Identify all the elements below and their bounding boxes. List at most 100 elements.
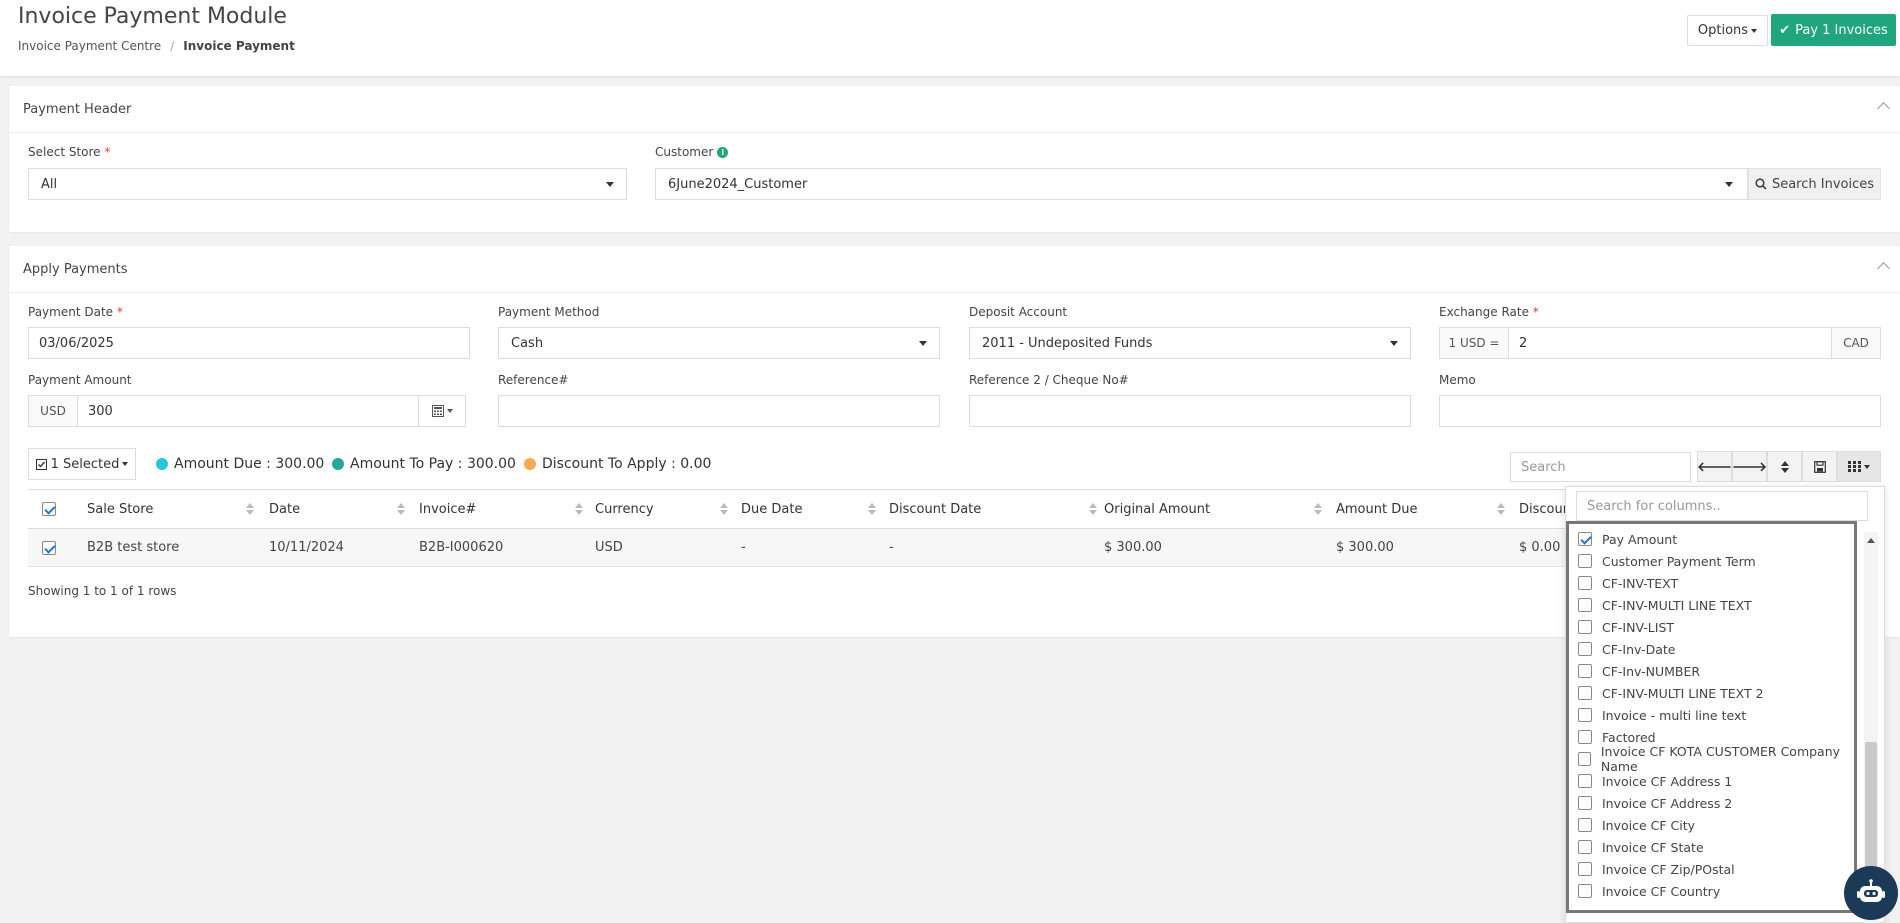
column-header-discount[interactable]: Discoun [1519, 502, 1571, 517]
customer-label: Customer i [655, 145, 729, 159]
sort-icon[interactable] [1089, 503, 1097, 516]
search-invoices-button[interactable]: Search Invoices [1748, 168, 1881, 200]
memo-input[interactable] [1439, 395, 1881, 427]
payment-amount-input[interactable]: 300 [77, 395, 419, 427]
dropdown-arrow-icon [1725, 182, 1733, 187]
column-option-checkbox[interactable] [1578, 664, 1592, 678]
column-option-checkbox[interactable] [1578, 598, 1592, 612]
column-option[interactable]: Invoice - multi line text [1578, 704, 1746, 726]
customer-dropdown[interactable]: 6June2024_Customer [655, 168, 1748, 200]
column-option-label: Invoice CF Address 1 [1602, 773, 1733, 789]
column-option[interactable]: Pay Amount [1578, 528, 1677, 550]
column-option[interactable]: Invoice CF Address 1 [1578, 770, 1732, 792]
column-option-checkbox[interactable] [1578, 708, 1592, 722]
prev-button[interactable]: 🡐 [1697, 451, 1732, 482]
payment-header-title-bar[interactable]: Payment Header [9, 86, 1900, 133]
sort-icon[interactable] [575, 503, 583, 516]
column-option[interactable]: Invoice CF State [1578, 836, 1704, 858]
deposit-account-dropdown[interactable]: 2011 - Undeposited Funds [969, 327, 1411, 359]
column-option[interactable]: CF-INV-MULTI LINE TEXT [1578, 594, 1752, 616]
column-option[interactable]: CF-INV-LIST [1578, 616, 1674, 638]
dropdown-arrow-icon [606, 182, 614, 187]
pagination-info: Showing 1 to 1 of 1 rows [28, 584, 177, 598]
column-option[interactable]: CF-Inv-Date [1578, 638, 1676, 660]
column-option-label: Invoice CF State [1602, 839, 1704, 855]
payment-method-dropdown[interactable]: Cash [498, 327, 940, 359]
cell-currency: USD [595, 540, 623, 555]
column-option[interactable]: Invoice CF City [1578, 814, 1695, 836]
columns-toggle-button[interactable] [1837, 451, 1881, 482]
column-option-checkbox[interactable] [1578, 774, 1592, 788]
apply-payments-title-bar[interactable]: Apply Payments [9, 246, 1900, 293]
select-all-checkbox[interactable] [42, 502, 56, 516]
column-option[interactable]: CF-Inv-NUMBER [1578, 660, 1700, 682]
payment-date-label: Payment Date * [28, 305, 123, 319]
pay-invoices-button[interactable]: ✔ Pay 1 Invoices [1771, 14, 1896, 46]
save-view-button[interactable] [1802, 451, 1837, 482]
panel-title: Apply Payments [23, 261, 128, 277]
column-option[interactable]: Customer Payment Term [1578, 550, 1756, 572]
select-store-dropdown[interactable]: All [28, 168, 627, 200]
sort-icon[interactable] [1314, 503, 1322, 516]
column-option-checkbox[interactable] [1578, 576, 1592, 590]
column-option-checkbox[interactable] [1578, 554, 1592, 568]
grid-icon [1848, 461, 1861, 472]
sort-toggle-button[interactable] [1767, 451, 1802, 482]
chevron-up-icon[interactable] [1877, 262, 1890, 275]
column-option-checkbox[interactable] [1578, 642, 1592, 656]
select-store-value: All [41, 176, 58, 192]
options-button[interactable]: Options [1687, 15, 1768, 46]
chevron-up-icon[interactable] [1877, 102, 1890, 115]
cell-due-date: - [741, 540, 746, 555]
chatbot-button[interactable] [1844, 866, 1898, 920]
column-header-due-date[interactable]: Due Date [741, 502, 802, 517]
column-list-scrollbar[interactable] [1864, 532, 1878, 923]
column-option[interactable]: Invoice CF Country [1578, 880, 1720, 902]
column-option-checkbox[interactable] [1578, 884, 1592, 898]
row-checkbox[interactable] [42, 541, 56, 555]
calculator-button[interactable] [418, 395, 466, 427]
column-header-date[interactable]: Date [269, 502, 300, 517]
column-option-checkbox[interactable] [1578, 686, 1592, 700]
column-header-currency[interactable]: Currency [595, 502, 654, 517]
column-option-checkbox[interactable] [1578, 730, 1592, 744]
column-option-checkbox[interactable] [1578, 620, 1592, 634]
column-option[interactable]: CF-INV-MULTI LINE TEXT 2 [1578, 682, 1764, 704]
column-option[interactable]: CF-INV-TEXT [1578, 572, 1678, 594]
column-header-original-amount[interactable]: Original Amount [1104, 502, 1210, 517]
robot-icon [1857, 879, 1885, 902]
column-header-invoice[interactable]: Invoice# [419, 502, 476, 517]
table-search-input[interactable]: Search [1510, 452, 1691, 482]
column-option-label: CF-Inv-NUMBER [1602, 663, 1701, 679]
exchange-prefix: 1 USD = [1439, 327, 1509, 359]
column-option-checkbox[interactable] [1578, 752, 1591, 766]
column-option-checkbox[interactable] [1578, 862, 1592, 876]
column-header-sale-store[interactable]: Sale Store [87, 502, 153, 517]
column-list: Pay Amount Customer Payment Term CF-INV-TE… [1566, 521, 1857, 913]
column-option-checkbox[interactable] [1578, 840, 1592, 854]
sort-icon[interactable] [1497, 503, 1505, 516]
sort-icon[interactable] [246, 503, 254, 516]
column-header-discount-date[interactable]: Discount Date [889, 502, 981, 517]
selected-count-button[interactable]: 1 Selected [28, 448, 136, 480]
scroll-up-icon[interactable] [1867, 538, 1875, 543]
breadcrumb-item-payment-centre[interactable]: Invoice Payment Centre [18, 39, 161, 53]
reference2-input[interactable] [969, 395, 1411, 427]
column-option-label: CF-INV-MULTI LINE TEXT 2 [1602, 685, 1764, 701]
payment-date-input[interactable]: 03/06/2025 [28, 327, 470, 359]
column-header-amount-due[interactable]: Amount Due [1336, 502, 1417, 517]
exchange-rate-input[interactable]: 2 [1508, 327, 1832, 359]
column-option[interactable]: Invoice CF Address 2 [1578, 792, 1732, 814]
reference-input[interactable] [498, 395, 940, 427]
column-option[interactable]: Invoice CF KOTA CUSTOMER Company Name [1578, 744, 1854, 774]
sort-icon[interactable] [868, 503, 876, 516]
column-option[interactable]: Invoice CF Zip/POstal [1578, 858, 1735, 880]
sort-icon[interactable] [720, 503, 728, 516]
sort-icon[interactable] [397, 503, 405, 516]
column-search-input[interactable]: Search for columns.. [1576, 491, 1868, 521]
column-option-checkbox[interactable] [1578, 532, 1592, 546]
column-option-checkbox[interactable] [1578, 796, 1592, 810]
next-button[interactable]: 🡒 [1732, 451, 1767, 482]
column-option-checkbox[interactable] [1578, 818, 1592, 832]
column-option-label: CF-INV-LIST [1602, 619, 1675, 635]
